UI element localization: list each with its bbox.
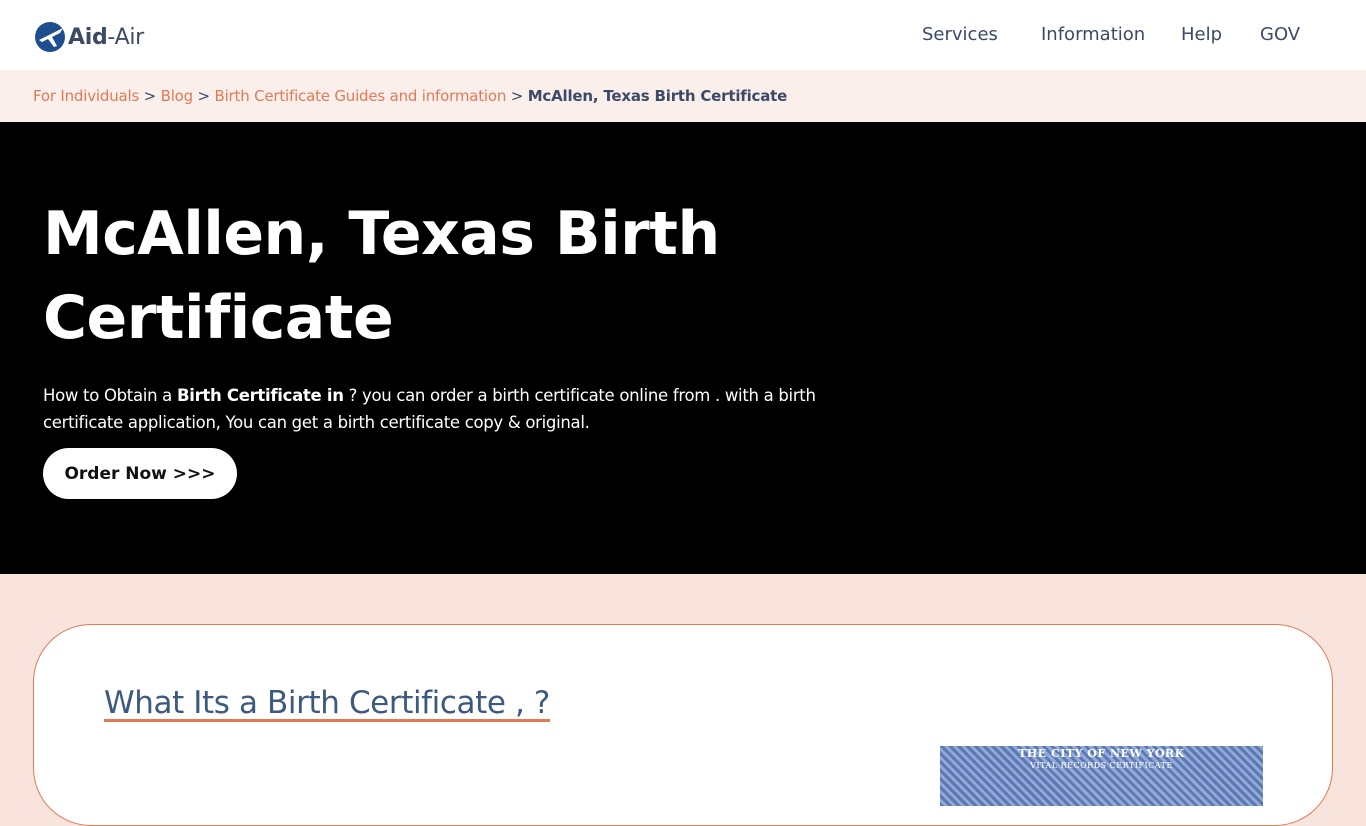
- nav-item-gov[interactable]: GOV: [1260, 24, 1300, 45]
- order-now-button[interactable]: Order Now >>>: [43, 448, 237, 499]
- hero-desc-prefix: How to Obtain a: [43, 385, 177, 405]
- hero-description: How to Obtain a Birth Certificate in ? y…: [43, 382, 893, 436]
- birth-certificate-image: THE CITY OF NEW YORK VITAL RECORDS CERTI…: [940, 746, 1263, 806]
- breadcrumb-separator: >: [510, 87, 524, 105]
- section-heading-link[interactable]: What Its a Birth Certificate , ?: [104, 685, 550, 721]
- page-title: McAllen, Texas Birth Certificate: [43, 199, 720, 353]
- breadcrumb: For Individuals > Blog > Birth Certifica…: [0, 70, 1366, 122]
- breadcrumb-link-blog[interactable]: Blog: [161, 87, 194, 105]
- site-header: Aid-Air Services Information Help GOV: [0, 0, 1366, 70]
- content-card: What Its a Birth Certificate , ? THE CIT…: [33, 624, 1333, 826]
- hero-desc-bold: Birth Certificate in: [176, 385, 344, 405]
- hero-section: McAllen, Texas Birth Certificate How to …: [0, 122, 1366, 574]
- breadcrumb-current: McAllen, Texas Birth Certificate: [527, 87, 788, 105]
- breadcrumb-link-individuals[interactable]: For Individuals: [33, 87, 139, 105]
- nav-item-help[interactable]: Help: [1181, 24, 1222, 45]
- nav-item-information[interactable]: Information: [1041, 24, 1145, 45]
- main-nav: Services Information Help GOV: [0, 24, 1366, 48]
- certificate-caption-line1: THE CITY OF NEW YORK: [1018, 747, 1185, 760]
- certificate-caption-line2: VITAL RECORDS CERTIFICATE: [1030, 761, 1173, 770]
- breadcrumb-link-guides[interactable]: Birth Certificate Guides and information: [215, 87, 507, 105]
- certificate-caption: THE CITY OF NEW YORK VITAL RECORDS CERTI…: [940, 746, 1263, 771]
- breadcrumb-trail: For Individuals > Blog > Birth Certifica…: [33, 87, 787, 105]
- nav-item-services[interactable]: Services: [922, 24, 998, 45]
- breadcrumb-separator: >: [143, 87, 157, 105]
- breadcrumb-separator: >: [197, 87, 211, 105]
